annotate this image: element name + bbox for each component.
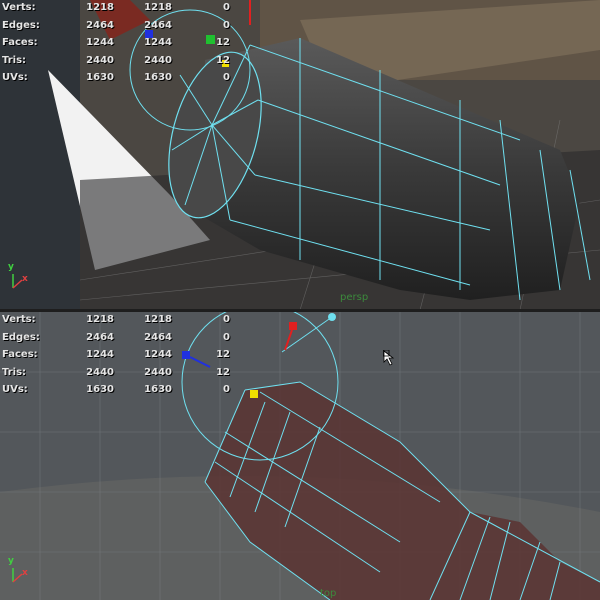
viewport-top[interactable]: Verts: 1218 1218 0 Edges: 2464 2464 0 Fa… <box>0 312 600 600</box>
hud-row-verts: Verts: 1218 1218 0 <box>2 314 230 325</box>
axis-indicator-icon: y x <box>8 556 34 586</box>
hud-row-faces: Faces: 1244 1244 12 <box>2 37 230 48</box>
camera-label-top: top <box>320 588 337 599</box>
hud-row-faces: Faces: 1244 1244 12 <box>2 349 230 360</box>
hud-row-edges: Edges: 2464 2464 0 <box>2 331 230 343</box>
poly-count-hud: Verts: 1218 1218 0 Edges: 2464 2464 0 Fa… <box>2 312 242 399</box>
hud-row-edges: Edges: 2464 2464 0 <box>2 19 230 31</box>
manipulator-handle-icon[interactable] <box>289 322 297 330</box>
poly-count-hud: Verts: 1218 1218 0 Edges: 2464 2464 0 Fa… <box>2 0 242 87</box>
hud-row-verts: Verts: 1218 1218 0 <box>2 2 230 13</box>
hud-row-tris: Tris: 2440 2440 12 <box>2 366 230 378</box>
select-cursor-icon <box>383 350 395 366</box>
hud-row-tris: Tris: 2440 2440 12 <box>2 54 230 66</box>
camera-label-persp: persp <box>340 292 369 303</box>
hud-row-uvs: UVs: 1630 1630 0 <box>2 384 230 395</box>
viewport-persp[interactable]: Verts: 1218 1218 0 Edges: 2464 2464 0 Fa… <box>0 0 600 310</box>
axis-indicator-icon: y x <box>8 262 34 292</box>
manipulator-handle-icon[interactable] <box>250 390 258 398</box>
hud-row-uvs: UVs: 1630 1630 0 <box>2 72 230 83</box>
